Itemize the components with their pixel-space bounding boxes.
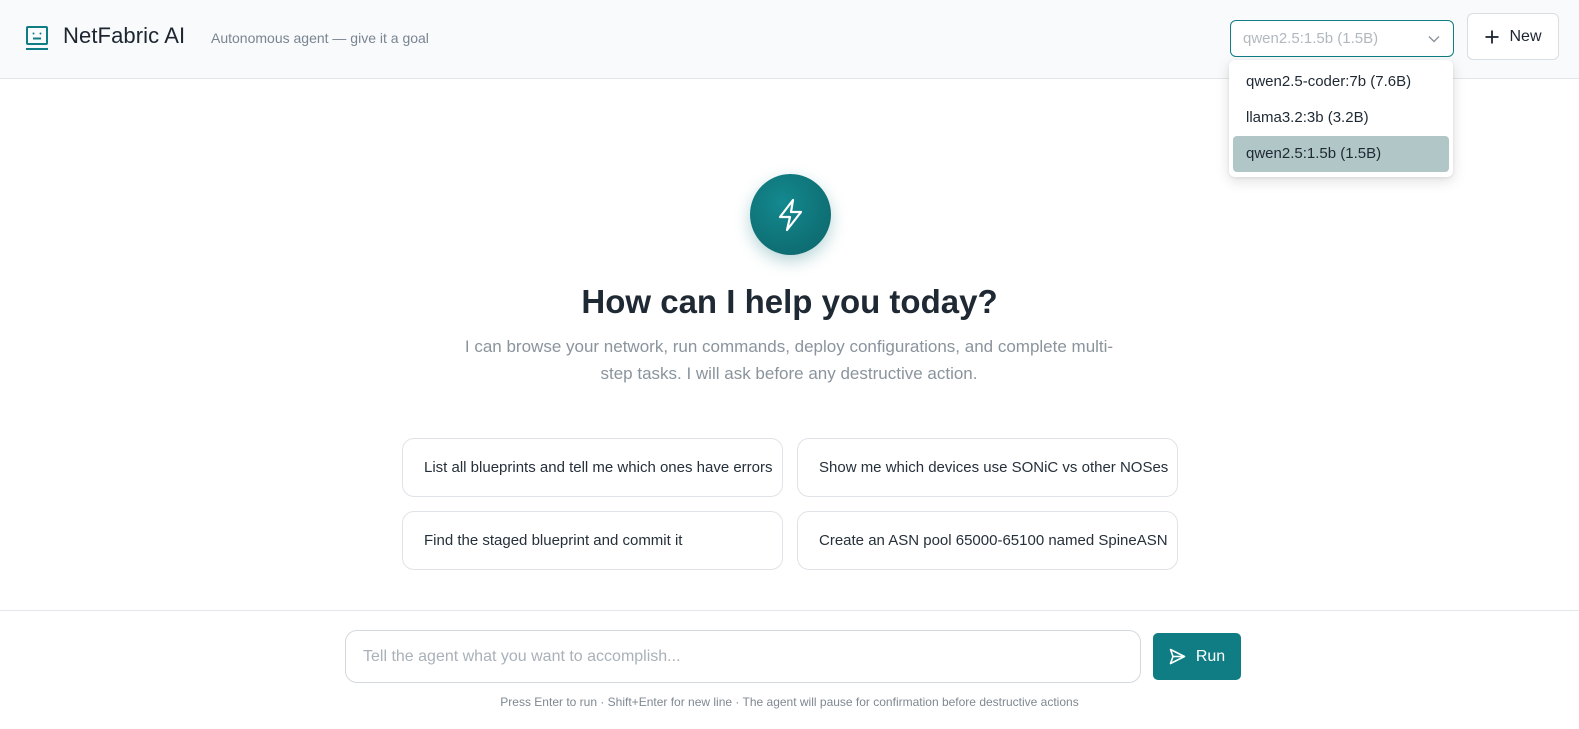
suggestion-card[interactable]: Create an ASN pool 65000-65100 named Spi… xyxy=(797,511,1178,570)
send-icon xyxy=(1169,648,1186,665)
prompt-input[interactable] xyxy=(345,630,1141,683)
new-button-label: New xyxy=(1509,27,1542,45)
suggestion-card[interactable]: Show me which devices use SONiC vs other… xyxy=(797,438,1178,497)
model-select-value: qwen2.5:1.5b (1.5B) xyxy=(1243,30,1379,47)
robot-icon xyxy=(26,26,48,50)
plus-icon xyxy=(1485,30,1499,43)
hero-icon xyxy=(750,174,831,255)
model-option-qwen[interactable]: qwen2.5:1.5b (1.5B) xyxy=(1233,136,1449,172)
brand-name: NetFabric AI xyxy=(63,23,186,48)
page-subtitle: I can browse your network, run commands,… xyxy=(464,337,1114,383)
run-button-label: Run xyxy=(1195,647,1226,665)
suggestion-card[interactable]: Find the staged blueprint and commit it xyxy=(402,511,783,570)
model-option-qwen-coder[interactable]: qwen2.5-coder:7b (7.6B) xyxy=(1233,64,1449,100)
chevron-down-icon xyxy=(1428,35,1440,42)
brand-tagline: Autonomous agent — give it a goal xyxy=(211,30,429,46)
model-option-llama[interactable]: llama3.2:3b (3.2B) xyxy=(1233,100,1449,136)
run-button[interactable]: Run xyxy=(1153,633,1241,680)
lightning-bolt-icon xyxy=(778,198,802,231)
model-select[interactable]: qwen2.5:1.5b (1.5B) xyxy=(1230,20,1454,57)
new-button[interactable]: New xyxy=(1467,13,1559,60)
model-dropdown: qwen2.5-coder:7b (7.6B) llama3.2:3b (3.2… xyxy=(1229,60,1453,177)
composer-hint: Press Enter to run · Shift+Enter for new… xyxy=(500,695,1079,709)
suggestion-card[interactable]: List all blueprints and tell me which on… xyxy=(402,438,783,497)
page-title: How can I help you today? xyxy=(581,283,998,320)
composer-divider xyxy=(0,610,1579,611)
